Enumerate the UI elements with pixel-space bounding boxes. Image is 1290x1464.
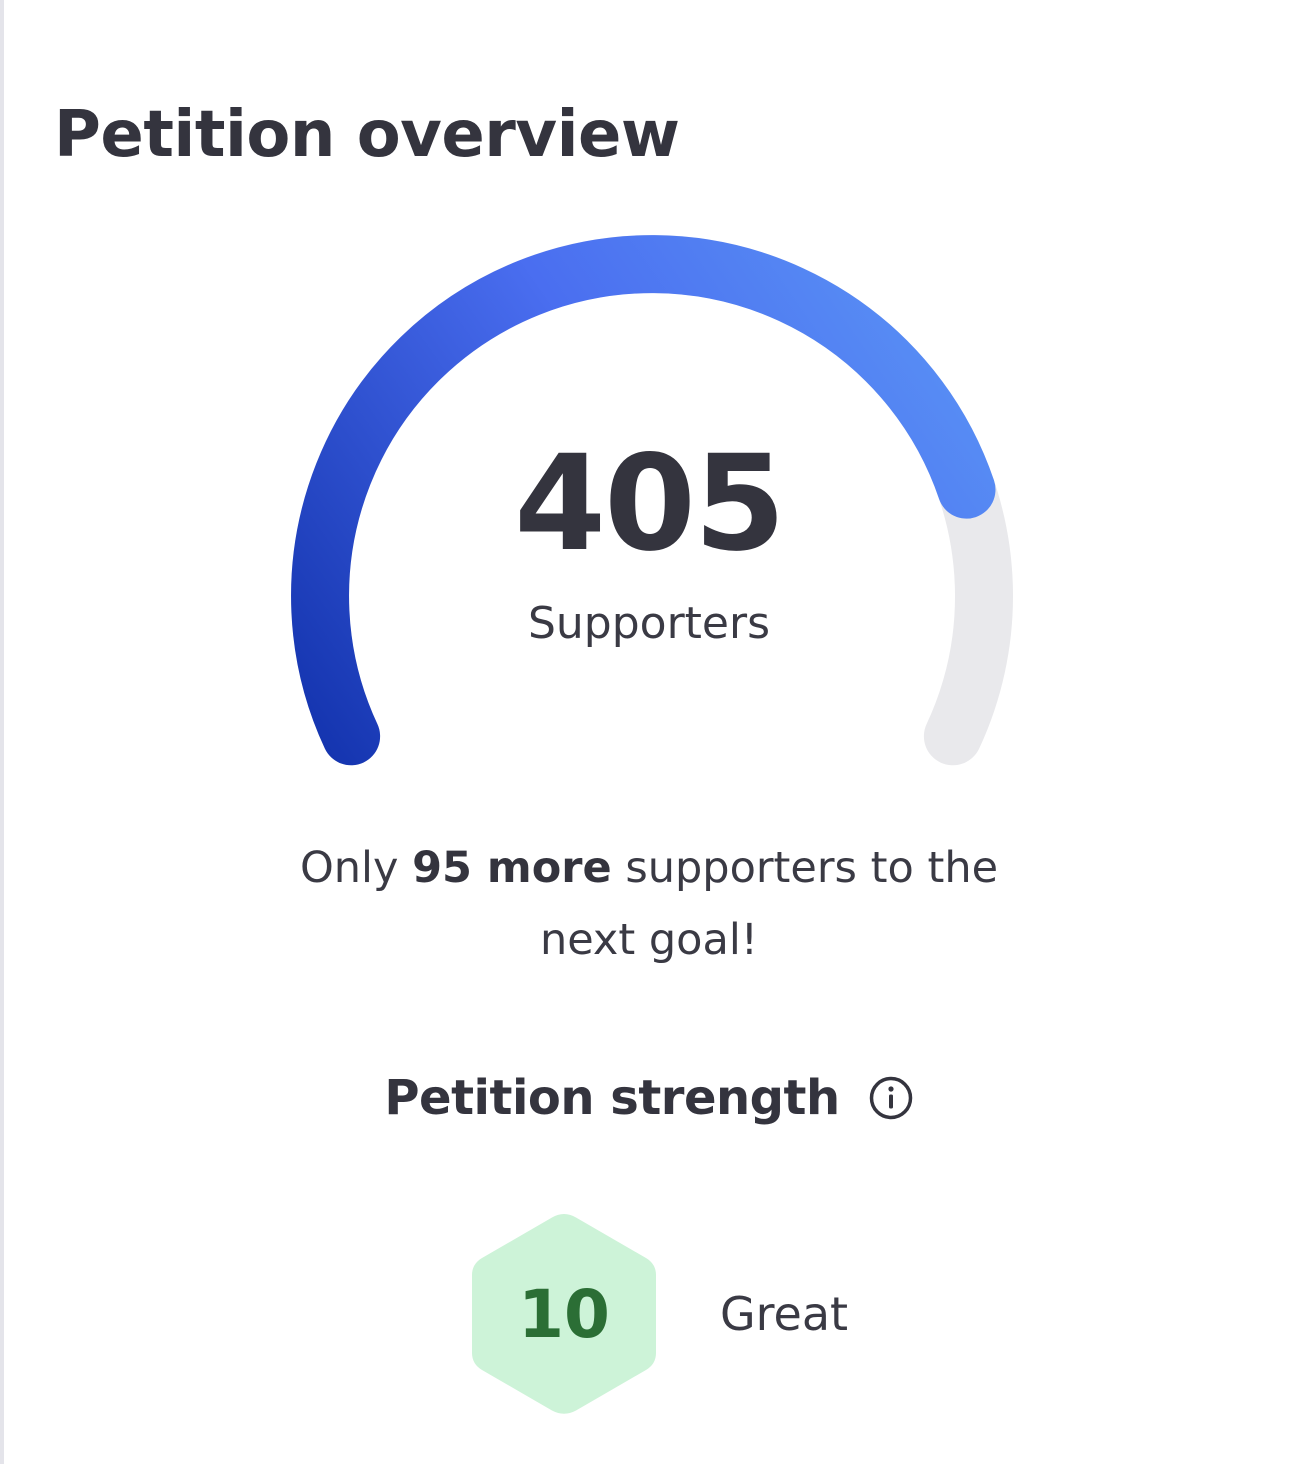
supporters-label: Supporters [527, 598, 771, 649]
score-hexagon-badge: 10 [470, 1208, 658, 1420]
goal-prefix: Only [299, 843, 399, 893]
petition-strength-header: Petition strength [4, 1070, 1290, 1126]
petition-overview-panel: Petition overview 405 Supporters Only 95… [0, 0, 1290, 1464]
next-goal-message: Only 95 more supporters to the next goal… [249, 832, 1049, 976]
supporters-progress-gauge [291, 235, 1013, 766]
info-circle-icon[interactable] [868, 1075, 914, 1121]
goal-remaining-count: 95 more [412, 843, 612, 893]
supporters-count: 405 [514, 427, 786, 581]
strength-rating-label: Great [720, 1287, 849, 1341]
petition-strength-score: 10 Great [470, 1208, 848, 1420]
petition-strength-title: Petition strength [384, 1070, 840, 1126]
strength-score-value: 10 [518, 1275, 610, 1353]
